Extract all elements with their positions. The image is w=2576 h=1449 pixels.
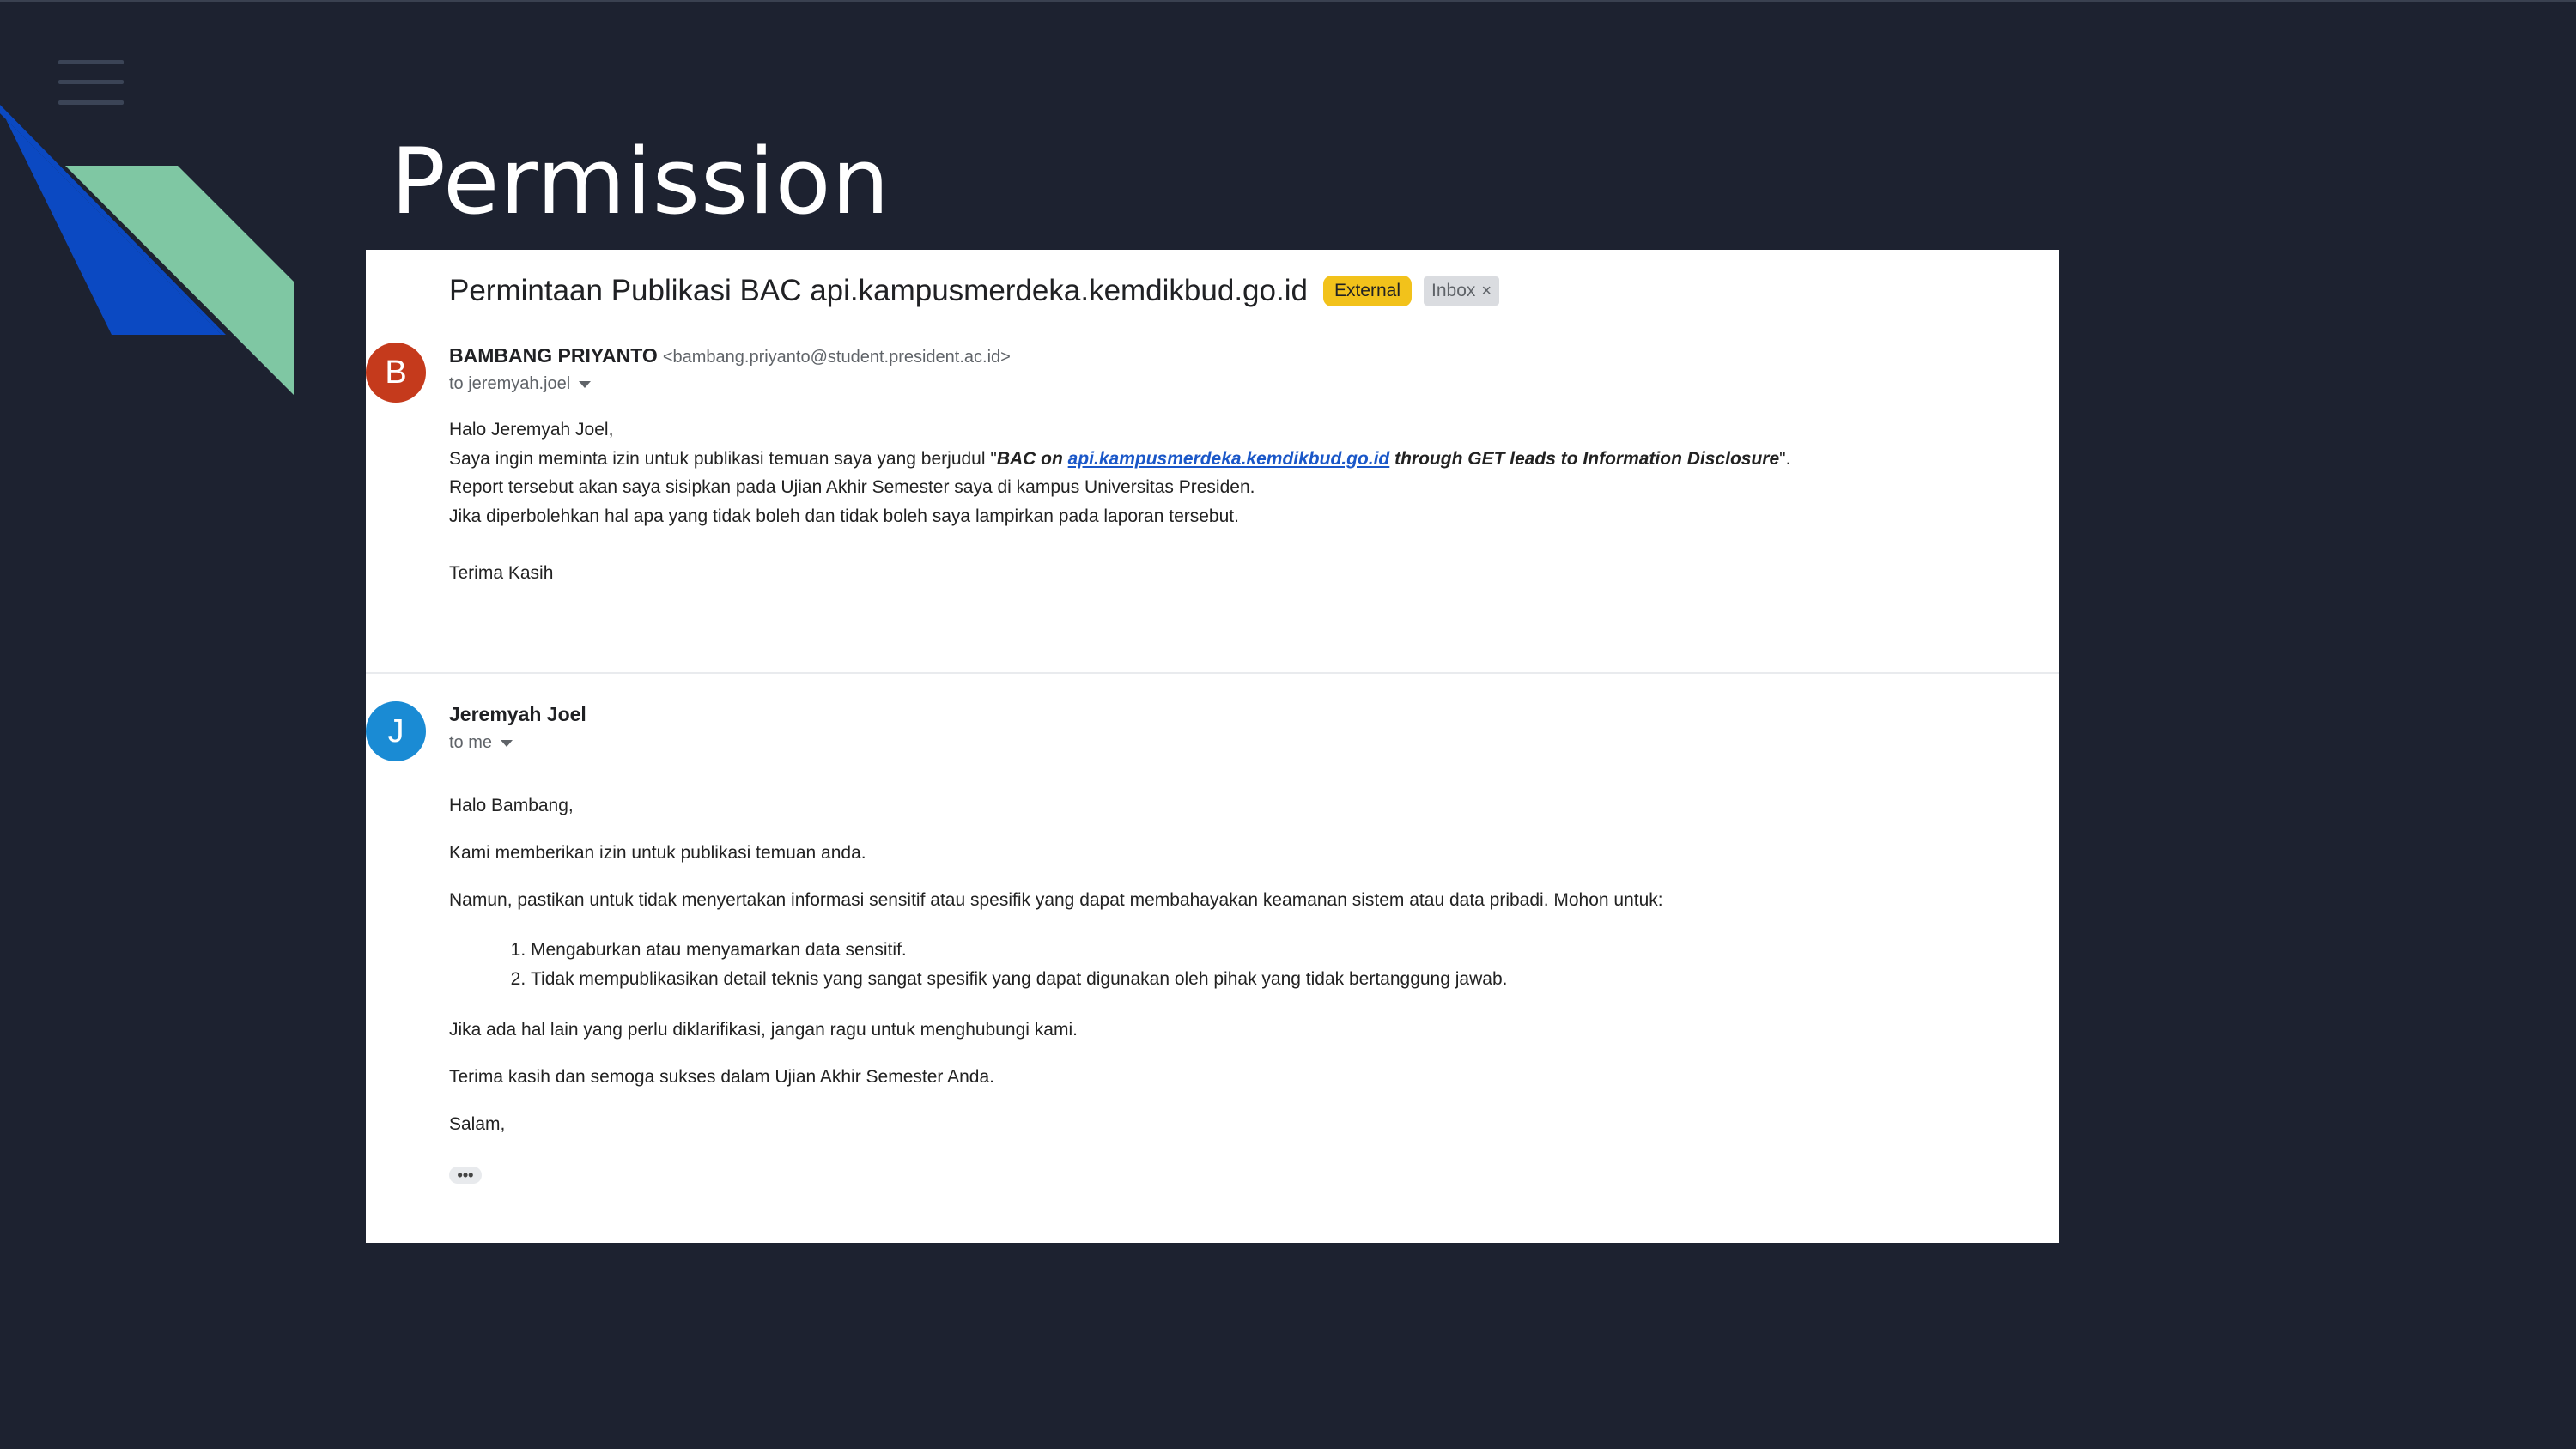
message1-body: Halo Jeremyah Joel, Saya ingin meminta i… xyxy=(449,415,1790,588)
recipient-text: to jeremyah.joel xyxy=(449,374,571,393)
external-badge: External xyxy=(1322,276,1412,306)
message2-sender: Jeremyah Joel xyxy=(449,703,586,726)
closing: Terima Kasih xyxy=(449,563,554,583)
recipient-dropdown[interactable]: to me xyxy=(449,733,513,753)
body-paragraph: Jika ada hal lain yang perlu diklarifika… xyxy=(449,1020,1078,1040)
inbox-label-text: Inbox xyxy=(1431,281,1476,300)
recipient-dropdown[interactable]: to jeremyah.joel xyxy=(449,374,592,394)
list-item: Mengaburkan atau menyamarkan data sensit… xyxy=(531,936,1663,965)
greeting: Halo Jeremyah Joel, xyxy=(449,420,614,440)
avatar[interactable]: B xyxy=(366,343,426,403)
avatar-letter: B xyxy=(385,354,407,391)
body-text: ". xyxy=(1779,448,1791,469)
body-line: Report tersebut akan saya sisipkan pada … xyxy=(449,477,1255,497)
message1-sender: BAMBANG PRIYANTO <bambang.priyanto@studen… xyxy=(449,344,1011,367)
menu-icon-bar xyxy=(58,60,124,64)
show-trimmed-content-button[interactable]: ••• xyxy=(449,1167,482,1184)
email-subject-row: Permintaan Publikasi BAC api.kampusmerde… xyxy=(449,274,1500,308)
avatar-letter: J xyxy=(387,712,404,749)
email-subject: Permintaan Publikasi BAC api.kampusmerde… xyxy=(449,274,1308,307)
body-line: Saya ingin meminta izin untuk publikasi … xyxy=(449,445,1790,474)
close-icon[interactable]: × xyxy=(1481,282,1492,301)
email-thread-screenshot: Permintaan Publikasi BAC api.kampusmerde… xyxy=(366,250,2059,1243)
sender-name: BAMBANG PRIYANTO xyxy=(449,344,658,367)
body-paragraph: Namun, pastikan untuk tidak menyertakan … xyxy=(449,890,1663,910)
body-paragraph: Kami memberikan izin untuk publikasi tem… xyxy=(449,843,866,863)
body-line: Jika diperbolehkan hal apa yang tidak bo… xyxy=(449,506,1239,526)
report-title-part: BAC on xyxy=(996,448,1068,469)
decorative-stripes xyxy=(0,105,294,395)
domain-link[interactable]: api.kampusmerdeka.kemdikbud.go.id xyxy=(1068,449,1390,469)
avatar[interactable]: J xyxy=(366,701,426,761)
message-divider xyxy=(366,672,2059,674)
top-border-line xyxy=(0,0,2576,2)
body-text: Saya ingin meminta izin untuk publikasi … xyxy=(449,448,997,469)
greeting: Halo Bambang, xyxy=(449,796,574,815)
requirements-list: Mengaburkan atau menyamarkan data sensit… xyxy=(449,936,1663,994)
sender-name: Jeremyah Joel xyxy=(449,703,586,725)
sender-email: <bambang.priyanto@student.president.ac.i… xyxy=(662,348,1011,367)
inbox-label[interactable]: Inbox × xyxy=(1424,276,1500,306)
recipient-text: to me xyxy=(449,733,493,752)
menu-icon-bar xyxy=(58,80,124,84)
menu-icon[interactable] xyxy=(58,60,124,105)
slide-title: Permission xyxy=(391,129,890,234)
signoff: Salam, xyxy=(449,1114,506,1134)
list-item: Tidak mempublikasikan detail teknis yang… xyxy=(531,965,1663,994)
message2-body: Halo Bambang, Kami memberikan izin untuk… xyxy=(449,794,1663,1160)
body-paragraph: Terima kasih dan semoga sukses dalam Uji… xyxy=(449,1067,994,1087)
chevron-down-icon xyxy=(579,380,592,388)
report-title-part: through GET leads to Information Disclos… xyxy=(1389,448,1780,469)
chevron-down-icon xyxy=(501,739,513,747)
